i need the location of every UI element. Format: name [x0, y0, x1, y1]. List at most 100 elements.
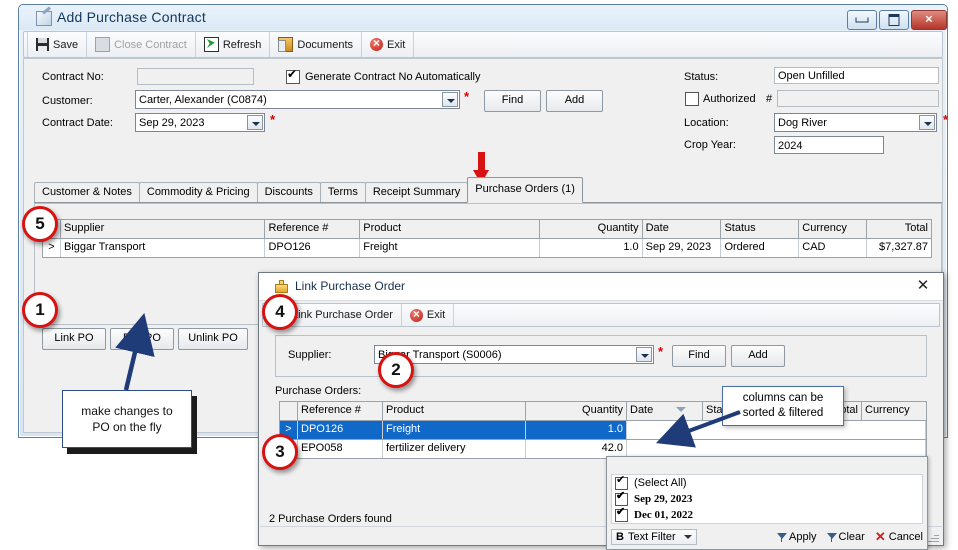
dialog-toolbar: Link Purchase Order Exit: [262, 303, 940, 327]
crop-year-field[interactable]: 2024: [774, 136, 884, 154]
cancel-filter-button[interactable]: ✕ Cancel: [875, 530, 923, 543]
supplier-add-button[interactable]: Add: [731, 345, 785, 367]
badge-1: 1: [22, 292, 58, 328]
column-product[interactable]: Product: [383, 402, 526, 420]
supplier-panel: Supplier: Biggar Transport (S0006) * Fin…: [275, 335, 927, 377]
tab-commodity-pricing[interactable]: Commodity & Pricing: [138, 182, 258, 203]
cell-supplier: Biggar Transport: [61, 239, 266, 257]
sort-ascending-icon: [676, 407, 686, 412]
column-reference[interactable]: Reference #: [298, 402, 383, 420]
contract-date-picker[interactable]: Sep 29, 2023: [135, 113, 265, 132]
callout-columns-line2: sorted & filtered: [742, 407, 824, 419]
tab-purchase-orders[interactable]: Purchase Orders (1): [467, 177, 583, 203]
tab-receipt-summary[interactable]: Receipt Summary: [364, 182, 469, 203]
table-row[interactable]: > Biggar Transport DPO126 Freight 1.0 Se…: [42, 239, 932, 258]
callout-columns-sorted-filtered: columns can be sorted & filtered: [722, 386, 844, 426]
column-product[interactable]: Product: [360, 220, 540, 238]
column-quantity[interactable]: Quantity: [540, 220, 643, 238]
dialog-exit-button[interactable]: Exit: [402, 304, 455, 326]
text-filter-label: Text Filter: [627, 531, 676, 543]
grid-header-row: Supplier Reference # Product Quantity Da…: [42, 219, 932, 239]
supplier-find-button[interactable]: Find: [672, 345, 726, 367]
link-po-window-icon: [275, 280, 288, 293]
cell-currency: CAD: [799, 239, 868, 257]
badge-5: 5: [22, 206, 58, 242]
exit-button[interactable]: Exit: [362, 32, 415, 57]
generate-contract-no-checkbox[interactable]: [286, 67, 300, 84]
purchase-orders-grid: Supplier Reference # Product Quantity Da…: [42, 219, 932, 259]
minimize-button[interactable]: [847, 10, 877, 30]
filter-item-select-all[interactable]: (Select All): [612, 473, 922, 491]
customer-add-button[interactable]: Add: [546, 90, 603, 112]
close-button[interactable]: ✕: [911, 10, 947, 30]
clear-filter-button[interactable]: Clear: [826, 531, 865, 543]
save-button[interactable]: Save: [27, 32, 88, 57]
clear-label: Clear: [838, 531, 865, 543]
close-contract-button[interactable]: Close Contract: [87, 32, 196, 57]
dialog-title: Link Purchase Order: [295, 279, 406, 293]
window-icon: [36, 11, 52, 26]
documents-icon: [278, 37, 294, 52]
documents-button[interactable]: Documents: [270, 32, 363, 57]
window-titlebar: Add Purchase Contract ✕: [19, 5, 947, 30]
location-combo[interactable]: Dog River: [774, 113, 937, 132]
funnel-clear-icon: [826, 532, 837, 542]
chevron-down-icon[interactable]: [636, 347, 652, 362]
column-date[interactable]: Date: [643, 220, 722, 238]
save-icon: [36, 38, 49, 51]
authorized-hash-label: #: [766, 93, 773, 105]
supplier-combo[interactable]: Biggar Transport (S0006): [374, 345, 654, 364]
authorized-number-field[interactable]: [777, 90, 939, 107]
cell-product: Freight: [383, 421, 526, 439]
refresh-icon: [203, 37, 219, 52]
column-quantity[interactable]: Quantity: [526, 402, 627, 420]
window-title: Add Purchase Contract: [57, 9, 206, 25]
apply-filter-button[interactable]: Apply: [777, 531, 817, 543]
unlink-po-button[interactable]: Unlink PO: [178, 328, 248, 350]
column-date[interactable]: Date: [627, 402, 703, 420]
checkbox-icon[interactable]: [615, 505, 628, 522]
column-total[interactable]: Total: [867, 220, 931, 238]
close-contract-label: Close Contract: [114, 38, 187, 51]
customer-required-marker: *: [464, 89, 470, 104]
column-supplier[interactable]: Supplier: [61, 220, 266, 238]
filter-item-date-2[interactable]: Dec 01, 2022: [612, 505, 922, 523]
text-filter-button[interactable]: B Text Filter: [611, 529, 697, 545]
maximize-button[interactable]: [879, 10, 909, 30]
filter-item-date-1[interactable]: Sep 29, 2023: [612, 489, 922, 507]
tab-bar: Customer & Notes Commodity & Pricing Dis…: [34, 177, 583, 203]
customer-value: Carter, Alexander (C0874): [139, 94, 267, 106]
customer-combo[interactable]: Carter, Alexander (C0874): [135, 90, 460, 109]
calendar-dropdown-icon[interactable]: [247, 115, 263, 130]
edit-po-button[interactable]: Edit PO: [110, 328, 174, 350]
chevron-down-icon[interactable]: [683, 535, 692, 539]
cell-product: Freight: [360, 239, 540, 257]
link-po-button[interactable]: Link PO: [42, 328, 106, 350]
resize-grip[interactable]: [928, 531, 939, 542]
chevron-down-icon[interactable]: [919, 115, 935, 130]
badge-4: 4: [262, 294, 298, 330]
dialog-close-icon[interactable]: ✕: [913, 277, 933, 295]
refresh-button[interactable]: Refresh: [196, 32, 271, 57]
contract-date-label: Contract Date:: [42, 117, 113, 129]
funnel-apply-icon: [777, 532, 788, 542]
tab-terms[interactable]: Terms: [319, 182, 366, 203]
dialog-status-text: 2 Purchase Orders found: [269, 513, 392, 525]
contract-date-value: Sep 29, 2023: [139, 117, 205, 129]
column-reference[interactable]: Reference #: [265, 220, 361, 238]
authorized-checkbox[interactable]: [685, 92, 699, 106]
customer-find-button[interactable]: Find: [484, 90, 541, 112]
generate-contract-no-label: Generate Contract No Automatically: [305, 71, 481, 83]
tab-customer-notes[interactable]: Customer & Notes: [34, 182, 140, 203]
authorized-label: Authorized: [703, 93, 756, 105]
tab-discounts[interactable]: Discounts: [256, 182, 321, 203]
column-currency[interactable]: Currency: [799, 220, 868, 238]
location-label: Location:: [684, 117, 729, 129]
cell-total: $7,327.87: [879, 241, 928, 253]
cell-quantity: 1.0: [526, 421, 627, 439]
column-status[interactable]: Status: [721, 220, 800, 238]
location-value: Dog River: [778, 117, 827, 129]
column-currency[interactable]: Currency: [862, 402, 926, 420]
contract-no-field[interactable]: [137, 68, 254, 85]
chevron-down-icon[interactable]: [442, 92, 458, 107]
